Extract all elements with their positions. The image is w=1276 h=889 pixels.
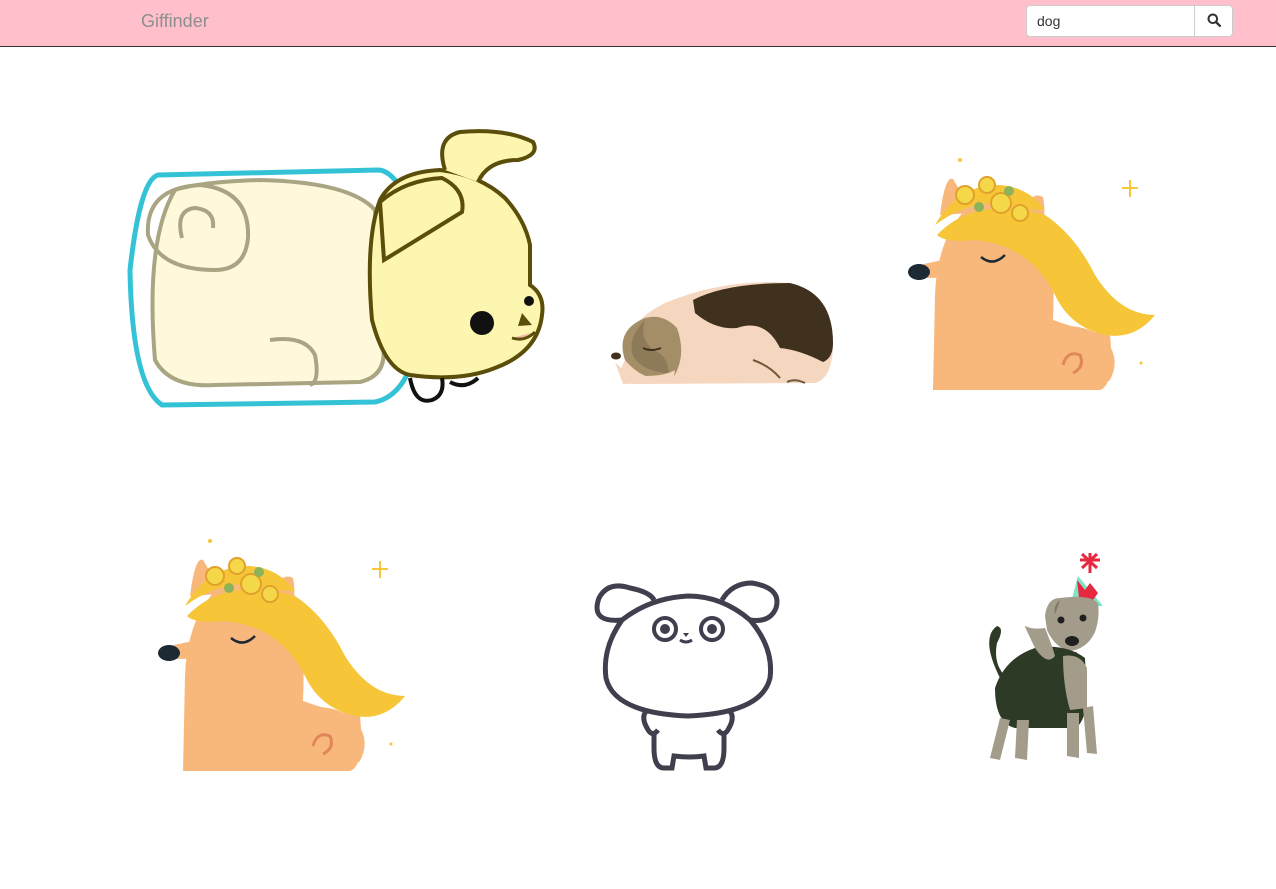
gif-result-terrier-party-hat[interactable] [975, 548, 1110, 766]
search-input[interactable] [1026, 5, 1194, 37]
gif-result-shiba-flower-crown-2[interactable] [155, 536, 415, 772]
gif-result-puppy-in-jar[interactable] [120, 120, 550, 410]
search-button[interactable] [1194, 5, 1233, 37]
navbar: Giffinder [0, 0, 1276, 47]
gif-result-shiba-flower-crown[interactable] [905, 155, 1165, 391]
gif-result-outlined-puppy[interactable] [592, 578, 784, 773]
gif-result-sleeping-beagle[interactable] [605, 278, 837, 390]
search-icon [1207, 13, 1221, 30]
search-form [1026, 5, 1233, 37]
brand-link[interactable]: Giffinder [141, 11, 209, 32]
